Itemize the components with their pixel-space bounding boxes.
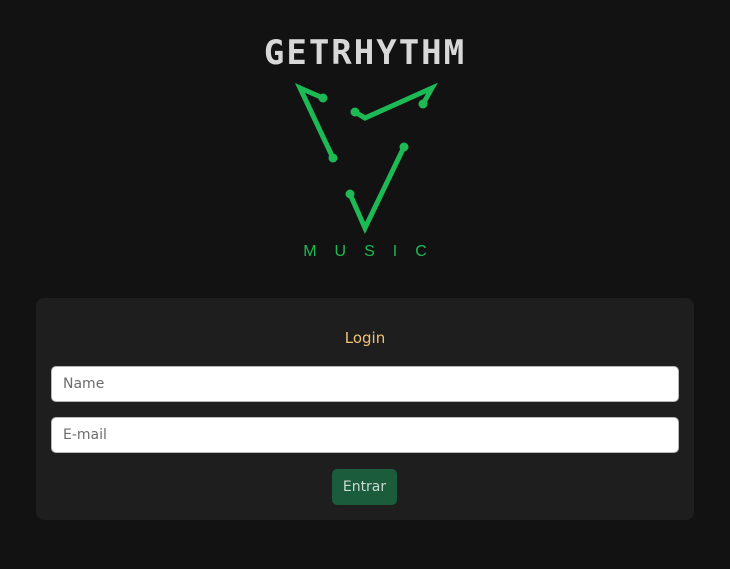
brand-submark: MUSIC <box>303 243 445 260</box>
brand-logo: GETRHYTHM MUSIC <box>0 0 730 270</box>
submit-button[interactable]: Entrar <box>332 469 397 505</box>
name-input[interactable] <box>51 366 679 402</box>
logo-v-mark-icon <box>294 82 438 234</box>
email-input[interactable] <box>51 417 679 453</box>
login-card: Login Entrar <box>36 298 694 520</box>
page: GETRHYTHM MUSIC Login Entrar <box>0 0 730 569</box>
logo-graphic: GETRHYTHM MUSIC <box>264 33 466 260</box>
brand-wordmark: GETRHYTHM <box>264 33 466 73</box>
login-title: Login <box>344 329 386 347</box>
